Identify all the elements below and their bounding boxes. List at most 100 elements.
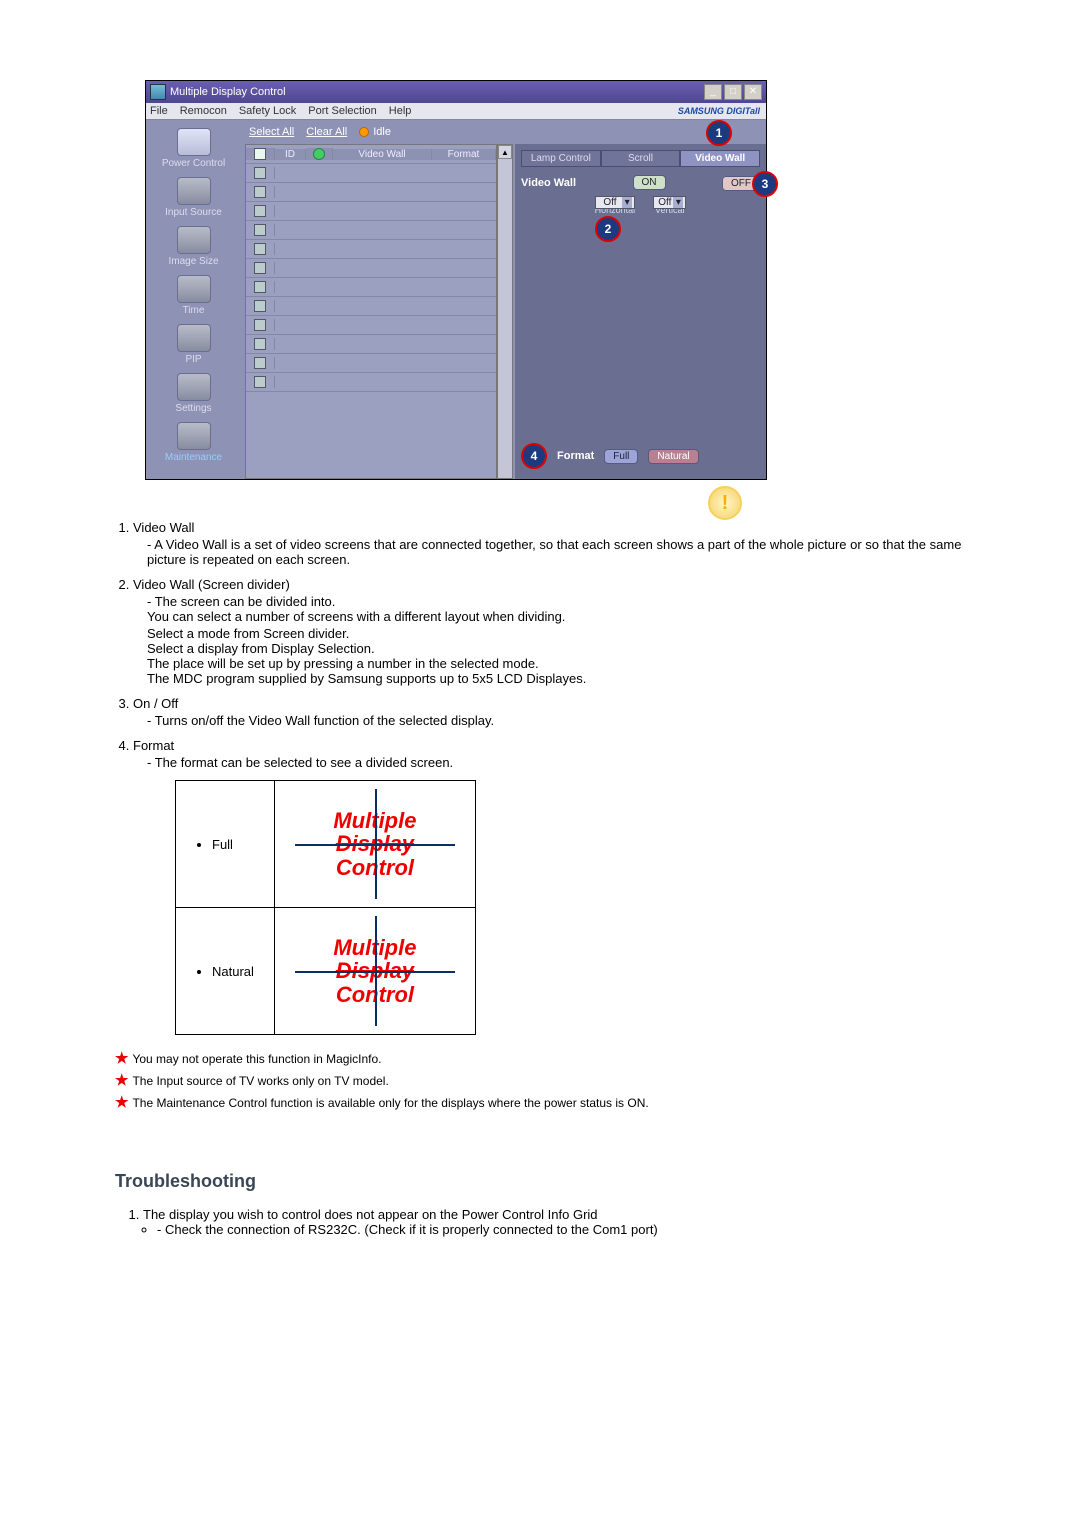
- main-area: Select All Clear All Idle ID Video Wall: [241, 120, 766, 479]
- sidebar-item-label: Power Control: [162, 158, 225, 169]
- row-checkbox[interactable]: [254, 319, 266, 331]
- on-button[interactable]: ON: [633, 175, 666, 190]
- menu-help[interactable]: Help: [389, 105, 412, 117]
- sidebar-item-label: Time: [183, 305, 205, 316]
- time-icon: [177, 275, 211, 303]
- marker-2: 2: [595, 216, 621, 242]
- row-checkbox[interactable]: [254, 167, 266, 179]
- note-line: The format can be selected to see a divi…: [147, 755, 965, 770]
- checkbox-header[interactable]: [254, 148, 266, 160]
- trouble-line: Check the connection of RS232C. (Check i…: [157, 1222, 965, 1237]
- sidebar-item-power-control[interactable]: Power Control: [146, 128, 241, 169]
- format-full-preview: Multiple Display Control: [295, 789, 455, 899]
- menu-port-selection[interactable]: Port Selection: [308, 105, 376, 117]
- app-icon: [150, 84, 166, 100]
- status-label: Idle: [373, 126, 391, 138]
- col-video-wall: Video Wall: [333, 149, 432, 160]
- right-panel: 1 Lamp Control Scroll Video Wall Video W…: [515, 144, 766, 479]
- star-icon: ★: [115, 1072, 128, 1089]
- section-title: Troubleshooting: [115, 1171, 965, 1192]
- notes-list: Video Wall A Video Wall is a set of vide…: [115, 520, 965, 770]
- table-row[interactable]: [246, 335, 496, 354]
- note-line: The screen can be divided into. You can …: [147, 594, 965, 624]
- table-row[interactable]: [246, 373, 496, 392]
- row-checkbox[interactable]: [254, 281, 266, 293]
- star-notes: ★You may not operate this function in Ma…: [115, 1049, 965, 1111]
- menu-remocon[interactable]: Remocon: [180, 105, 227, 117]
- format-natural-button[interactable]: Natural: [648, 449, 698, 464]
- maintenance-icon: [177, 422, 211, 450]
- table-row[interactable]: [246, 240, 496, 259]
- row-checkbox[interactable]: [254, 376, 266, 388]
- format-full-label: Full: [212, 837, 254, 852]
- sidebar-item-input-source[interactable]: Input Source: [146, 177, 241, 218]
- table-row[interactable]: [246, 259, 496, 278]
- format-full-button[interactable]: Full: [604, 449, 638, 464]
- table-row[interactable]: [246, 164, 496, 183]
- row-checkbox[interactable]: [254, 224, 266, 236]
- row-checkbox[interactable]: [254, 357, 266, 369]
- sidebar-item-pip[interactable]: PIP: [146, 324, 241, 365]
- format-full-cell: Full: [176, 781, 275, 908]
- scroll-up-icon[interactable]: ▲: [498, 145, 512, 159]
- tab-lamp-control[interactable]: Lamp Control: [521, 150, 601, 167]
- note-title: Format: [133, 738, 174, 753]
- sidebar-item-label: PIP: [185, 354, 201, 365]
- tab-scroll[interactable]: Scroll: [601, 150, 681, 167]
- note-line: You can select a number of screens with …: [147, 609, 565, 624]
- tab-video-wall[interactable]: Video Wall: [680, 150, 760, 167]
- image-size-icon: [177, 226, 211, 254]
- grid-header: ID Video Wall Format: [246, 145, 496, 164]
- table-row[interactable]: [246, 221, 496, 240]
- sidebar-item-time[interactable]: Time: [146, 275, 241, 316]
- row-checkbox[interactable]: [254, 300, 266, 312]
- marker-1: 1: [706, 120, 732, 146]
- pip-icon: [177, 324, 211, 352]
- note-1: Video Wall A Video Wall is a set of vide…: [133, 520, 965, 567]
- format-natural-preview: Multiple Display Control: [295, 916, 455, 1026]
- note-bullet: Select a display from Display Selection.: [147, 641, 965, 656]
- power-header-icon: [313, 148, 325, 160]
- titlebar: Multiple Display Control _ □ ✕: [146, 81, 766, 103]
- table-row[interactable]: [246, 316, 496, 335]
- troubleshooting-list: The display you wish to control does not…: [115, 1207, 965, 1237]
- menu-safety-lock[interactable]: Safety Lock: [239, 105, 296, 117]
- horizontal-select[interactable]: Off: [595, 196, 636, 209]
- close-button[interactable]: ✕: [744, 84, 762, 100]
- table-row[interactable]: [246, 278, 496, 297]
- row-checkbox[interactable]: [254, 186, 266, 198]
- row-checkbox[interactable]: [254, 262, 266, 274]
- sidebar-item-label: Settings: [175, 403, 211, 414]
- minimize-button[interactable]: _: [704, 84, 722, 100]
- note-4: Format The format can be selected to see…: [133, 738, 965, 770]
- format-natural-cell: Natural: [176, 908, 275, 1035]
- row-checkbox[interactable]: [254, 205, 266, 217]
- vertical-select[interactable]: Off: [653, 196, 686, 209]
- col-format: Format: [432, 149, 496, 160]
- display-grid: ID Video Wall Format: [245, 144, 497, 479]
- app-window: Multiple Display Control _ □ ✕ File Remo…: [145, 80, 767, 480]
- row-checkbox[interactable]: [254, 338, 266, 350]
- note-3: On / Off Turns on/off the Video Wall fun…: [133, 696, 965, 728]
- clear-all-button[interactable]: Clear All: [306, 126, 347, 138]
- status-dot-icon: [359, 127, 369, 137]
- marker-4: 4: [521, 443, 547, 469]
- table-row[interactable]: [246, 354, 496, 373]
- sidebar-item-image-size[interactable]: Image Size: [146, 226, 241, 267]
- note-line: A Video Wall is a set of video screens t…: [147, 537, 965, 567]
- table-row[interactable]: [246, 297, 496, 316]
- marker-3: 3: [752, 171, 778, 197]
- brand-label: SAMSUNG DIGITall: [678, 106, 760, 116]
- sidebar-item-settings[interactable]: Settings: [146, 373, 241, 414]
- title-text: Multiple Display Control: [170, 86, 286, 98]
- table-row[interactable]: [246, 202, 496, 221]
- grid-scrollbar[interactable]: ▲: [497, 144, 513, 479]
- maximize-button[interactable]: □: [724, 84, 742, 100]
- status-indicator: Idle: [359, 126, 391, 138]
- row-checkbox[interactable]: [254, 243, 266, 255]
- menu-file[interactable]: File: [150, 105, 168, 117]
- sidebar-item-maintenance[interactable]: Maintenance: [146, 422, 241, 463]
- table-row[interactable]: [246, 183, 496, 202]
- col-id: ID: [275, 149, 306, 160]
- select-all-button[interactable]: Select All: [249, 126, 294, 138]
